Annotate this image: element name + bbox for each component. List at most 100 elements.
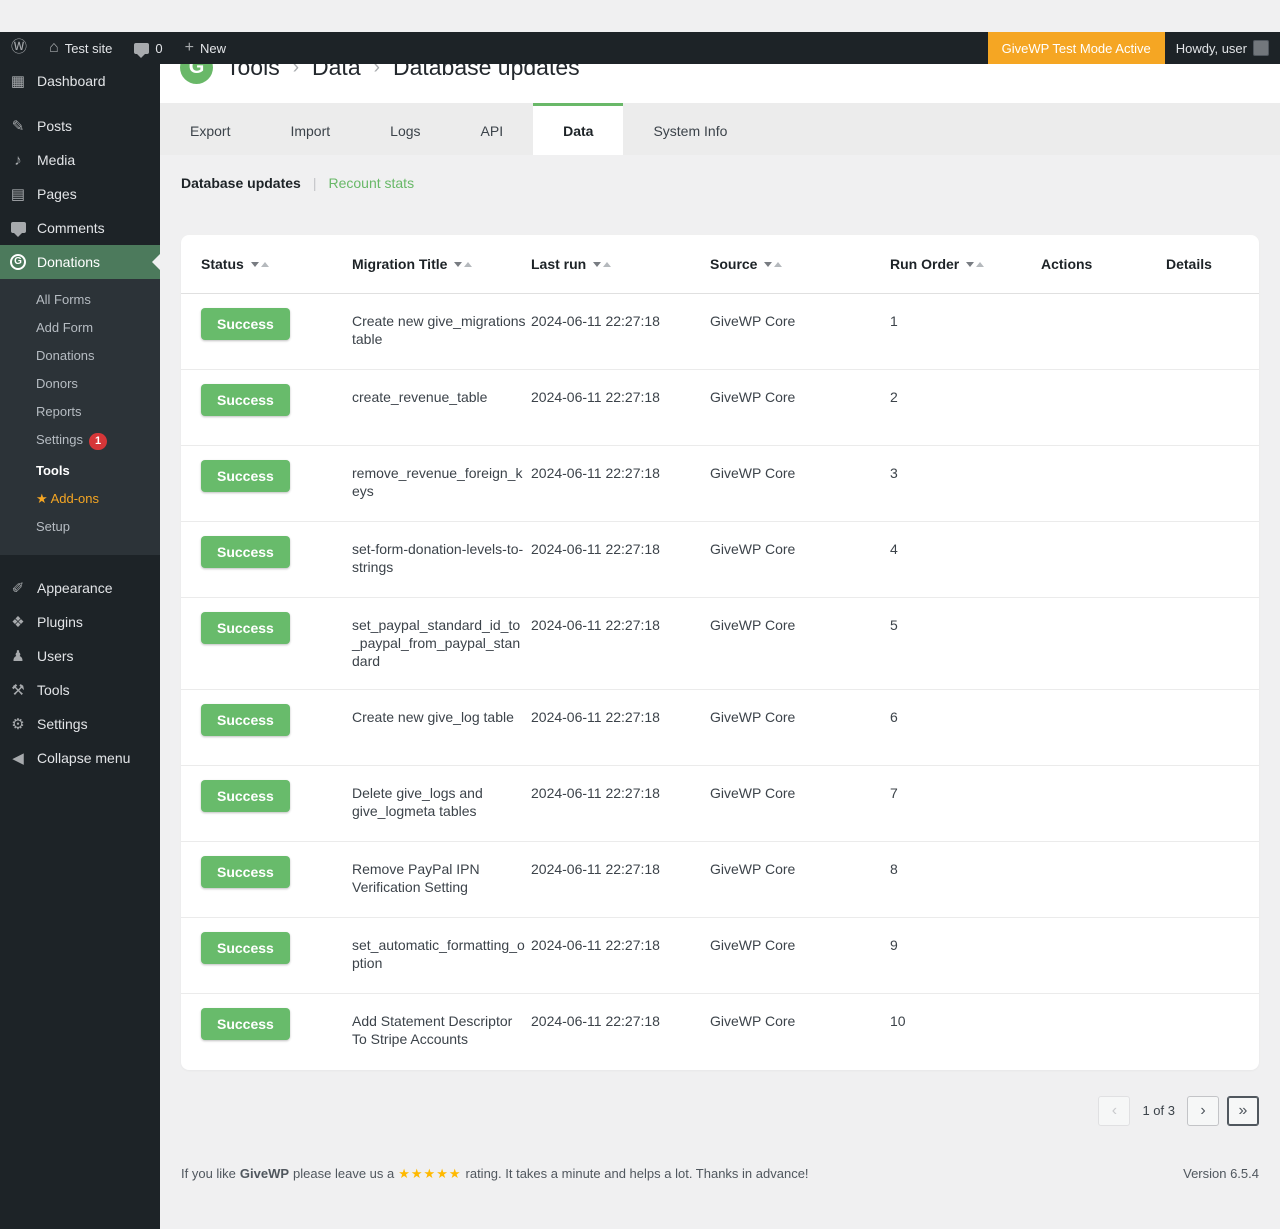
comments-link[interactable]: 0	[123, 32, 173, 64]
source-cell: GiveWP Core	[710, 312, 890, 330]
status-cell: Success	[201, 616, 352, 644]
sidebar-item-posts[interactable]: ✎ Posts	[0, 109, 160, 143]
source-cell: GiveWP Core	[710, 708, 890, 726]
migration-title-cell: Delete give_logs and give_logmeta tables	[352, 784, 531, 820]
column-header-migration-title[interactable]: Migration Title	[352, 256, 531, 272]
recount-stats-link[interactable]: Recount stats	[328, 175, 414, 191]
column-header-run-order[interactable]: Run Order	[890, 256, 1041, 272]
migration-title-cell: Create new give_log table	[352, 708, 531, 726]
submenu-item-setup[interactable]: Setup	[0, 513, 160, 541]
sidebar-item-tools[interactable]: ⚒ Tools	[0, 673, 160, 707]
status-badge: Success	[201, 384, 290, 416]
section-title: Database updates	[181, 175, 301, 191]
tab-export[interactable]: Export	[160, 103, 260, 155]
submenu-item-settings[interactable]: Settings1	[0, 426, 160, 457]
sidebar-item-label: Appearance	[37, 579, 113, 597]
status-cell: Success	[201, 860, 352, 888]
column-header-source[interactable]: Source	[710, 256, 890, 272]
section-head: Database updates | Recount stats	[181, 155, 1259, 191]
tab-system-info[interactable]: System Info	[623, 103, 757, 155]
site-name-link[interactable]: ⌂ Test site	[38, 32, 123, 64]
submenu-item-reports[interactable]: Reports	[0, 398, 160, 426]
comments-count: 0	[155, 41, 162, 56]
run-order-cell: 7	[890, 784, 1041, 802]
submenu-item-all-forms[interactable]: All Forms	[0, 286, 160, 314]
givewp-menu-icon: G	[8, 254, 28, 270]
test-mode-badge[interactable]: GiveWP Test Mode Active	[988, 32, 1165, 64]
plus-icon: +	[185, 40, 194, 56]
dashboard-icon: ▦	[8, 74, 28, 89]
run-order-cell: 3	[890, 464, 1041, 482]
pages-icon: ▤	[8, 187, 28, 202]
status-cell: Success	[201, 388, 352, 416]
column-label: Migration Title	[352, 256, 447, 272]
account-menu[interactable]: Howdy, user	[1165, 32, 1280, 64]
table-row: Success remove_revenue_foreign_keys 2024…	[181, 446, 1259, 522]
sidebar-item-media[interactable]: ♪ Media	[0, 143, 160, 177]
sidebar-item-label: Pages	[37, 185, 77, 203]
status-badge: Success	[201, 1008, 290, 1040]
new-content-link[interactable]: + New	[174, 32, 237, 64]
submenu-item-donations[interactable]: Donations	[0, 342, 160, 370]
column-label: Actions	[1041, 256, 1092, 272]
status-badge: Success	[201, 536, 290, 568]
status-cell: Success	[201, 936, 352, 964]
sidebar-item-plugins[interactable]: ❖ Plugins	[0, 605, 160, 639]
last-run-cell: 2024-06-11 22:27:18	[531, 616, 710, 634]
submenu-item-add-form[interactable]: Add Form	[0, 314, 160, 342]
data-tab-content: Database updates | Recount stats Status …	[160, 155, 1280, 1126]
run-order-cell: 1	[890, 312, 1041, 330]
submenu-item-tools[interactable]: Tools	[0, 457, 160, 485]
run-order-cell: 8	[890, 860, 1041, 878]
migration-title-cell: set_paypal_standard_id_to_paypal_from_pa…	[352, 616, 531, 671]
last-run-cell: 2024-06-11 22:27:18	[531, 540, 710, 558]
tab-data[interactable]: Data	[533, 103, 623, 155]
tab-import[interactable]: Import	[260, 103, 360, 155]
avatar	[1253, 40, 1269, 56]
wordpress-logo-icon: Ⓦ	[11, 40, 27, 56]
page-footer: If you likeGiveWPplease leave us a★★★★★r…	[160, 1166, 1280, 1182]
next-page-button[interactable]: ›	[1187, 1096, 1219, 1126]
migration-title-cell: set-form-donation-levels-to-strings	[352, 540, 531, 576]
submenu-item-addons[interactable]: ★ Add-ons	[0, 485, 160, 513]
media-icon: ♪	[8, 153, 28, 168]
sort-icon	[251, 262, 269, 267]
wordpress-menu[interactable]: Ⓦ	[0, 32, 38, 64]
table-row: Success Add Statement Descriptor To Stri…	[181, 994, 1259, 1070]
sidebar-item-dashboard[interactable]: ▦ Dashboard	[0, 64, 160, 98]
sidebar-item-label: Users	[37, 647, 74, 665]
plugins-icon: ❖	[8, 615, 28, 630]
sort-icon	[593, 262, 611, 267]
last-page-button[interactable]: »	[1227, 1096, 1259, 1126]
sidebar-item-settings[interactable]: ⚙ Settings	[0, 707, 160, 741]
sidebar-item-comments[interactable]: Comments	[0, 211, 160, 245]
source-cell: GiveWP Core	[710, 1012, 890, 1030]
collapse-menu-button[interactable]: ◀ Collapse menu	[0, 741, 160, 775]
submenu-item-donors[interactable]: Donors	[0, 370, 160, 398]
sidebar-item-donations[interactable]: G Donations	[0, 245, 160, 279]
section-divider: |	[313, 175, 317, 191]
new-label: New	[200, 41, 226, 56]
comments-icon	[8, 221, 28, 236]
column-header-details: Details	[1166, 256, 1259, 272]
status-badge: Success	[201, 780, 290, 812]
first-page-button[interactable]: ‹	[1098, 1096, 1130, 1126]
column-label: Details	[1166, 256, 1212, 272]
last-run-cell: 2024-06-11 22:27:18	[531, 312, 710, 330]
last-run-cell: 2024-06-11 22:27:18	[531, 464, 710, 482]
appearance-icon: ✐	[8, 581, 28, 596]
status-cell: Success	[201, 312, 352, 340]
last-run-cell: 2024-06-11 22:27:18	[531, 936, 710, 954]
sidebar-item-appearance[interactable]: ✐ Appearance	[0, 571, 160, 605]
column-label: Status	[201, 256, 244, 272]
tab-logs[interactable]: Logs	[360, 103, 450, 155]
sidebar-item-label: Dashboard	[37, 72, 106, 90]
tab-api[interactable]: API	[451, 103, 534, 155]
migration-title-cell: remove_revenue_foreign_keys	[352, 464, 531, 500]
run-order-cell: 2	[890, 388, 1041, 406]
sidebar-item-pages[interactable]: ▤ Pages	[0, 177, 160, 211]
sidebar-item-users[interactable]: ♟ Users	[0, 639, 160, 673]
migration-title-cell: create_revenue_table	[352, 388, 531, 406]
column-header-status[interactable]: Status	[201, 256, 352, 272]
column-header-last-run[interactable]: Last run	[531, 256, 710, 272]
